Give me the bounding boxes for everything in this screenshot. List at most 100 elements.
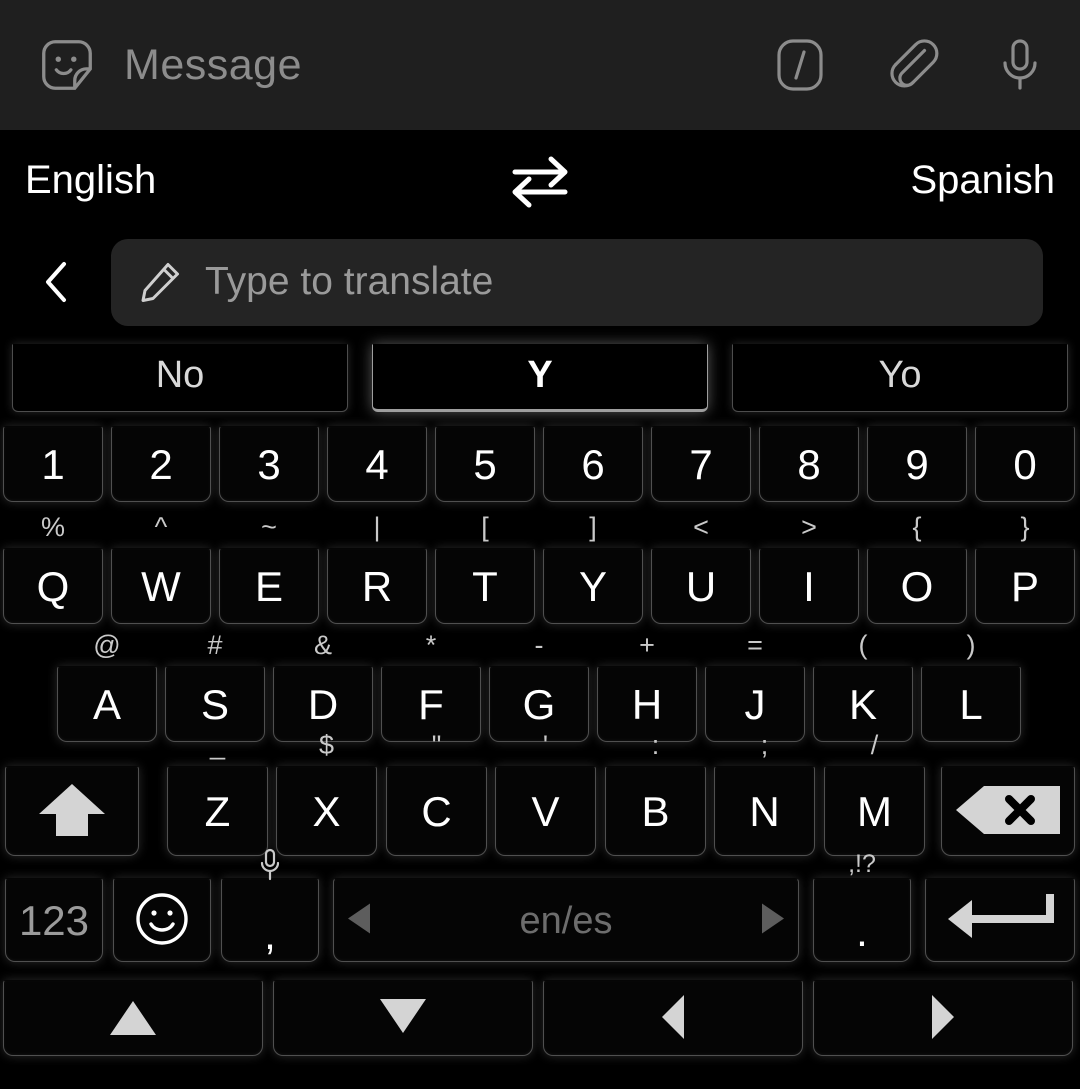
- key-alt-label: &: [313, 630, 332, 660]
- target-language-label[interactable]: Spanish: [910, 158, 1055, 203]
- shift-arrow-icon: [35, 780, 109, 845]
- key-label: B: [641, 788, 670, 835]
- key-alt-label: %: [40, 512, 65, 542]
- key-label: W: [141, 563, 181, 610]
- key-alt-label: }: [1020, 512, 1030, 542]
- composer-left-group: Message: [36, 34, 302, 96]
- key-v[interactable]: ' V: [492, 732, 599, 858]
- backspace-key[interactable]: [938, 766, 1078, 858]
- key-c[interactable]: " C: [383, 732, 490, 858]
- microphone-icon[interactable]: [990, 35, 1050, 95]
- triangle-left-icon[interactable]: [346, 902, 372, 941]
- keyboard-row-bottom: 123 , en/es ,!? .: [0, 848, 1080, 976]
- key-label: Z: [204, 788, 231, 835]
- arrow-up-icon: [106, 995, 160, 1044]
- suggestion-strip: No Y Yo: [0, 340, 1080, 418]
- triangle-right-icon[interactable]: [760, 902, 786, 941]
- key-alt-label: @: [93, 630, 121, 660]
- key-label: 1: [41, 441, 65, 488]
- enter-arrow-icon: [942, 892, 1058, 951]
- key-alt-label: =: [747, 630, 763, 660]
- key-l[interactable]: ) L: [918, 632, 1024, 744]
- key-alt-label: +: [639, 630, 655, 660]
- key-label: F: [418, 681, 444, 728]
- translate-input[interactable]: Type to translate: [111, 238, 1043, 326]
- shift-key[interactable]: [2, 766, 142, 858]
- period-key[interactable]: ,!? .: [810, 852, 914, 964]
- key-p[interactable]: } P: [972, 514, 1078, 626]
- key-alt-label: (: [858, 630, 868, 660]
- key-e[interactable]: ~ E: [216, 514, 322, 626]
- key-label: P: [1010, 563, 1039, 610]
- cursor-right-key[interactable]: [810, 980, 1076, 1058]
- space-key[interactable]: en/es: [330, 878, 802, 964]
- arrow-down-icon: [376, 995, 430, 1044]
- sticker-smiley-icon[interactable]: [36, 34, 98, 96]
- keyboard-row-top: % Q ^ W ~ E | R[T] Y < U > I{O} P: [0, 512, 1080, 630]
- key-label: R: [361, 563, 393, 610]
- key-a[interactable]: @ A: [54, 632, 160, 744]
- key-n[interactable]: ; N: [711, 732, 818, 858]
- keyboard: 1234567890 % Q ^ W ~ E | R[T] Y < U > I{O} P @ A # S & D * F…: [0, 420, 1080, 1062]
- comma-key[interactable]: ,: [218, 848, 322, 964]
- cursor-down-key[interactable]: [270, 980, 536, 1058]
- key-number-1[interactable]: 1: [0, 426, 106, 504]
- suggestion-item-2[interactable]: Yo: [720, 340, 1080, 418]
- key-alt-label: >: [801, 512, 817, 542]
- key-number-2[interactable]: 2: [108, 426, 214, 504]
- key-w[interactable]: ^ W: [108, 514, 214, 626]
- key-label: K: [848, 681, 877, 728]
- cursor-up-key[interactable]: [0, 980, 266, 1058]
- key-number-9[interactable]: 9: [864, 426, 970, 504]
- key-number-5[interactable]: 5: [432, 426, 538, 504]
- suggestion-item-1[interactable]: Y: [360, 340, 720, 418]
- key-label: M: [857, 788, 892, 835]
- key-b[interactable]: :B: [602, 732, 709, 858]
- enter-key[interactable]: [922, 878, 1078, 964]
- period-alt-label: ,!?: [848, 850, 876, 878]
- key-o[interactable]: {O: [864, 514, 970, 626]
- key-number-7[interactable]: 7: [648, 426, 754, 504]
- key-q[interactable]: % Q: [0, 514, 106, 626]
- swap-arrows-icon[interactable]: [505, 152, 575, 212]
- key-label: 6: [581, 441, 605, 488]
- space-language-label: en/es: [519, 899, 613, 942]
- composer-placeholder-label[interactable]: Message: [124, 41, 302, 90]
- key-alt-label: ^: [154, 512, 168, 542]
- key-alt-label: /: [870, 730, 879, 760]
- paperclip-icon[interactable]: [880, 35, 940, 95]
- key-m[interactable]: / M: [821, 732, 928, 858]
- key-t[interactable]: [T: [432, 514, 538, 626]
- key-number-6[interactable]: 6: [540, 426, 646, 504]
- numeric-mode-key[interactable]: 123: [2, 878, 106, 964]
- key-alt-label: -: [534, 630, 544, 660]
- key-alt-label: ]: [589, 512, 597, 542]
- key-label: L: [959, 681, 983, 728]
- key-number-0[interactable]: 0: [972, 426, 1078, 504]
- key-alt-label: <: [693, 512, 709, 542]
- key-alt-label: |: [373, 512, 381, 542]
- emoji-key[interactable]: [110, 878, 214, 964]
- chevron-left-icon[interactable]: [0, 254, 86, 310]
- source-language-label[interactable]: English: [25, 158, 156, 203]
- key-r[interactable]: | R: [324, 514, 430, 626]
- key-alt-label: :: [651, 730, 660, 760]
- key-z[interactable]: _ Z: [164, 732, 271, 858]
- key-label: 5: [473, 441, 497, 488]
- key-u[interactable]: < U: [648, 514, 754, 626]
- key-number-4[interactable]: 4: [324, 426, 430, 504]
- suggestion-item-0[interactable]: No: [0, 340, 360, 418]
- key-number-3[interactable]: 3: [216, 426, 322, 504]
- key-i[interactable]: > I: [756, 514, 862, 626]
- key-number-8[interactable]: 8: [756, 426, 862, 504]
- key-alt-label: _: [209, 730, 226, 760]
- suggestion-label: Y: [527, 353, 553, 396]
- cursor-left-key[interactable]: [540, 980, 806, 1058]
- key-x[interactable]: $ X: [273, 732, 380, 858]
- keyboard-row-bottom-letters: _ Z $ X " C ' V: B; N / M: [0, 732, 1080, 866]
- translate-input-placeholder: Type to translate: [205, 260, 494, 303]
- key-label: 3: [257, 441, 281, 488]
- slash-command-icon[interactable]: [770, 35, 830, 95]
- numeric-mode-label: 123: [18, 897, 90, 944]
- key-y[interactable]: ] Y: [540, 514, 646, 626]
